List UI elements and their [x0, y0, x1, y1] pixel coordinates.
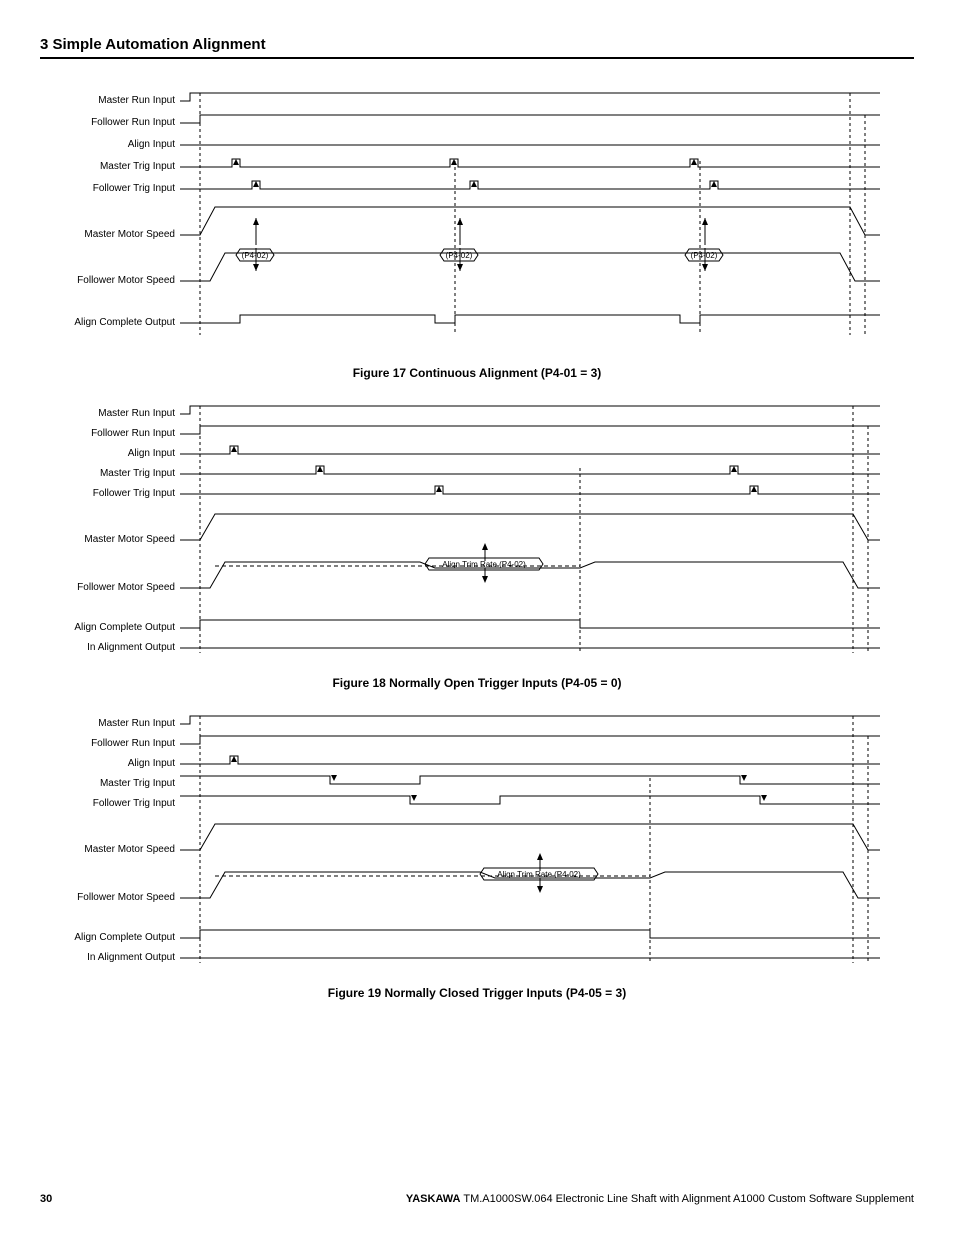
label-follower-run: Follower Run Input [91, 428, 175, 439]
label-align-complete: Align Complete Output [74, 622, 175, 633]
label-master-run: Master Run Input [98, 408, 175, 419]
label-align-input: Align Input [128, 139, 175, 150]
label-follower-run: Follower Run Input [91, 738, 175, 749]
label-follower-speed: Follower Motor Speed [77, 275, 175, 286]
label-align-input: Align Input [128, 758, 175, 769]
label-follower-speed: Follower Motor Speed [77, 582, 175, 593]
figure-18: Master Run Input Follower Run Input Alig… [40, 398, 914, 668]
page-footer: 30 YASKAWA TM.A1000SW.064 Electronic Lin… [40, 1193, 914, 1205]
figure-18-caption: Figure 18 Normally Open Trigger Inputs (… [40, 676, 914, 690]
footer-brand: YASKAWA [406, 1193, 461, 1205]
figure-19-caption: Figure 19 Normally Closed Trigger Inputs… [40, 986, 914, 1000]
label-follower-trig: Follower Trig Input [93, 488, 175, 499]
label-follower-speed: Follower Motor Speed [77, 892, 175, 903]
label-p402-3: (P4-02) [691, 251, 718, 260]
section-heading: 3 Simple Automation Alignment [40, 36, 914, 59]
footer-doc: TM.A1000SW.064 Electronic Line Shaft wit… [461, 1193, 915, 1205]
label-master-speed: Master Motor Speed [84, 844, 175, 855]
label-align-trim: Align Trim Rate (P4-02) [442, 560, 526, 569]
figure-19: Master Run Input Follower Run Input Alig… [40, 708, 914, 978]
figure-17: Master Run Input Follower Run Input Alig… [40, 83, 914, 358]
label-in-alignment: In Alignment Output [87, 952, 175, 963]
label-align-input: Align Input [128, 448, 175, 459]
label-master-speed: Master Motor Speed [84, 229, 175, 240]
label-follower-trig: Follower Trig Input [93, 798, 175, 809]
label-master-run: Master Run Input [98, 718, 175, 729]
label-p402-2: (P4-02) [446, 251, 473, 260]
label-follower-run: Follower Run Input [91, 117, 175, 128]
figure-17-caption: Figure 17 Continuous Alignment (P4-01 = … [40, 366, 914, 380]
label-master-trig: Master Trig Input [100, 161, 175, 172]
label-master-speed: Master Motor Speed [84, 534, 175, 545]
label-master-run: Master Run Input [98, 95, 175, 106]
label-align-complete: Align Complete Output [74, 932, 175, 943]
label-master-trig: Master Trig Input [100, 778, 175, 789]
label-master-trig: Master Trig Input [100, 468, 175, 479]
label-align-complete: Align Complete Output [74, 317, 175, 328]
label-p402-1: (P4-02) [242, 251, 269, 260]
label-follower-trig: Follower Trig Input [93, 183, 175, 194]
page-number: 30 [40, 1193, 52, 1205]
label-align-trim: Align Trim Rate (P4-02) [497, 870, 581, 879]
label-in-alignment: In Alignment Output [87, 642, 175, 653]
